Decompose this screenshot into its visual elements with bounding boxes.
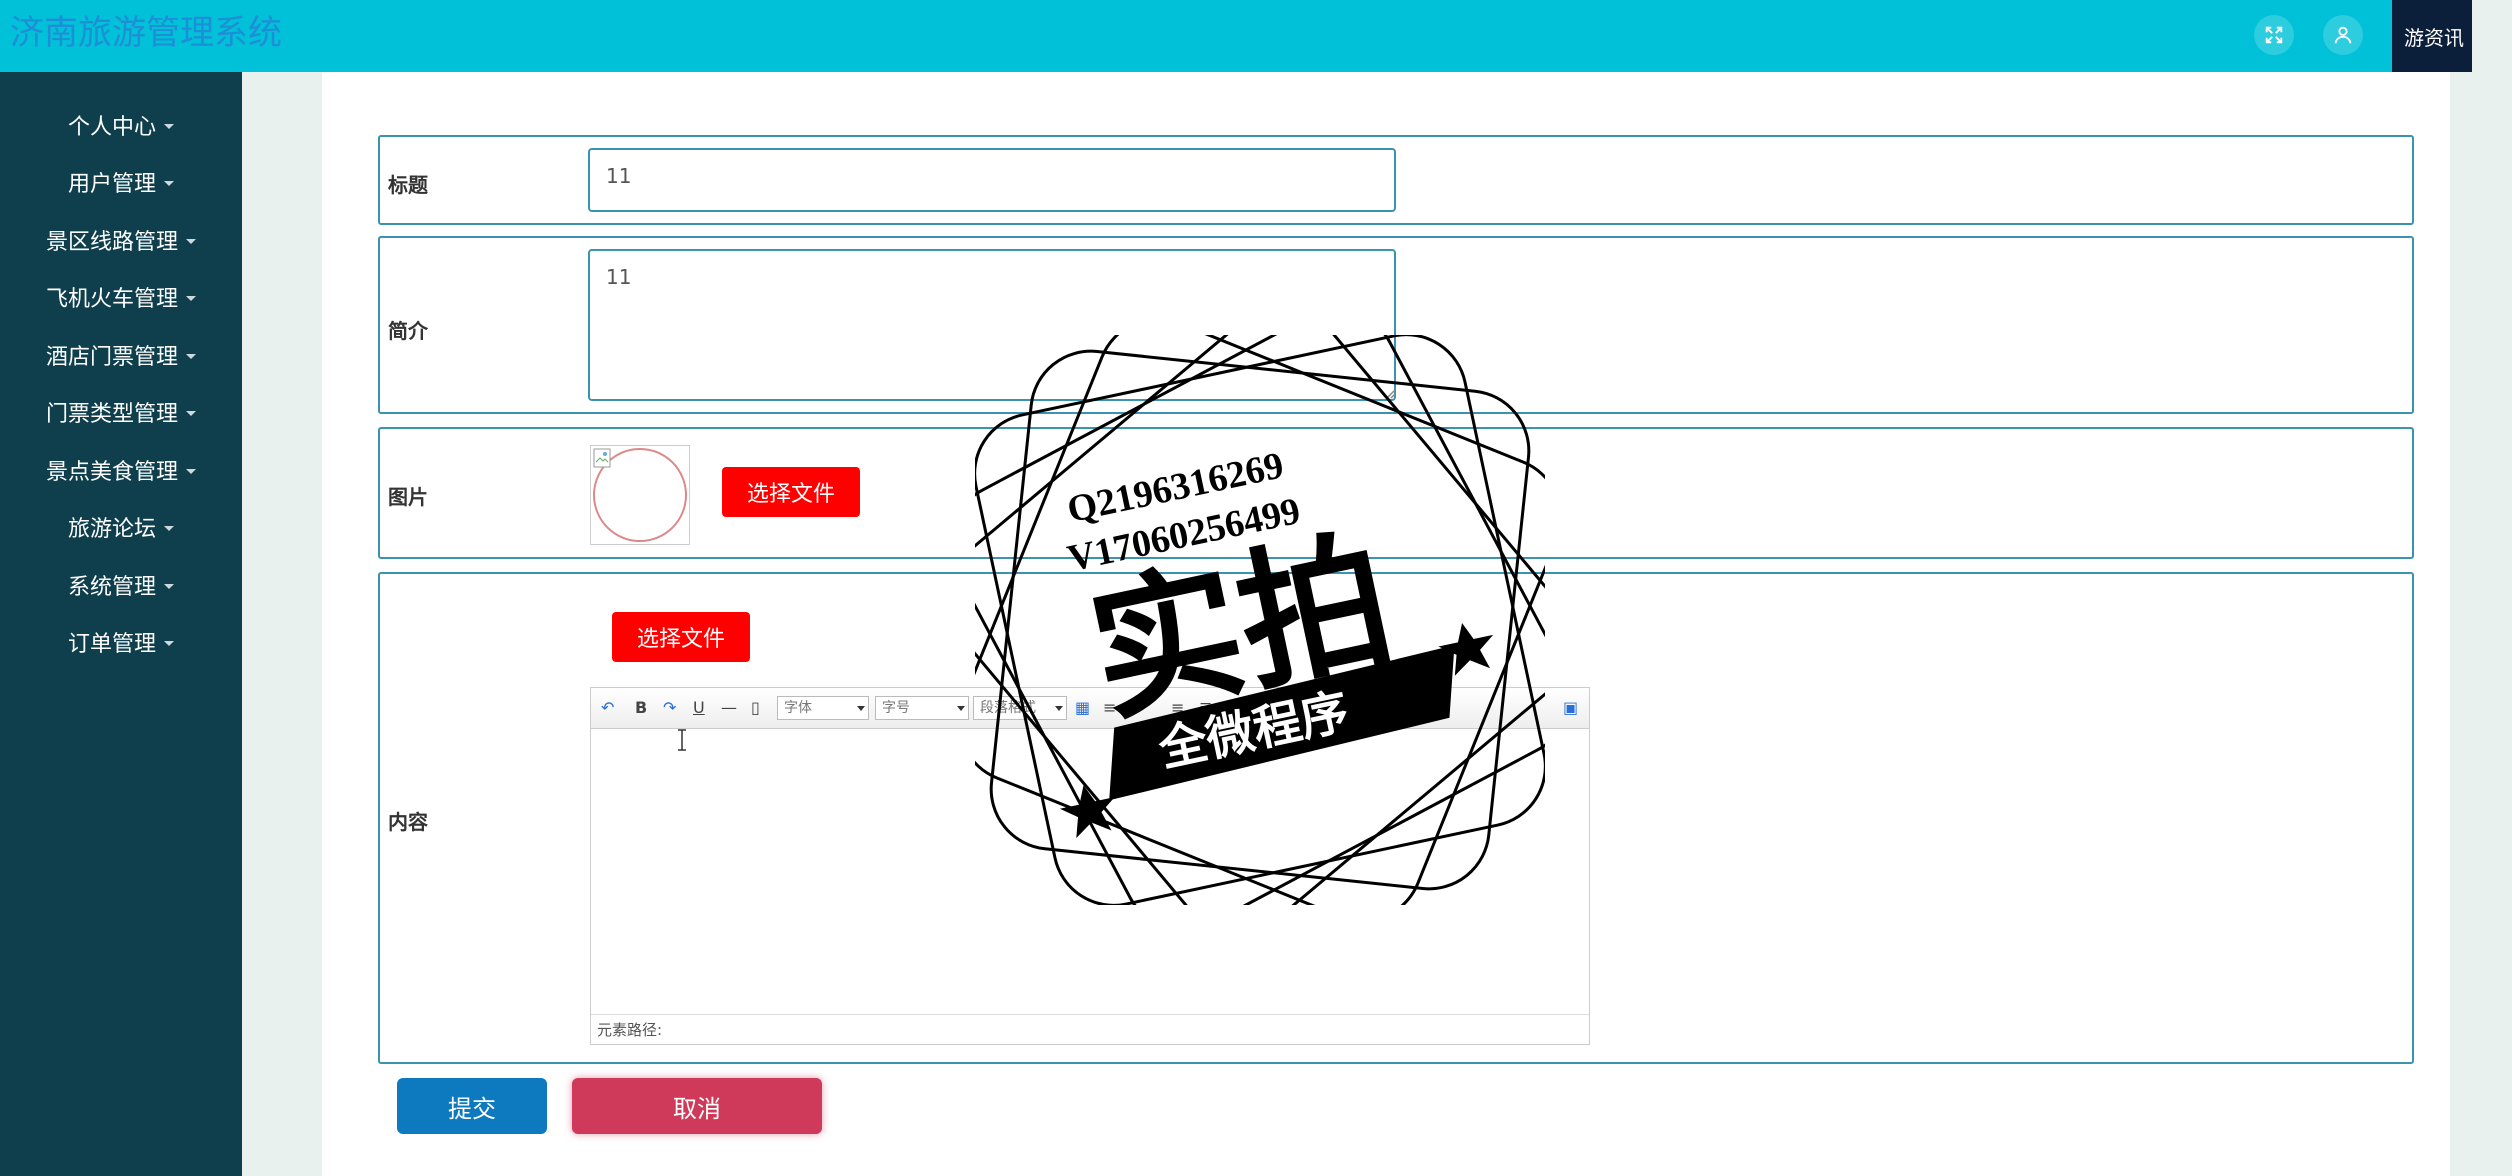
sidebar-item-system-management[interactable]: 系统管理 — [0, 565, 242, 605]
sidebar-item-personal-center[interactable]: 个人中心 — [0, 105, 242, 145]
sidebar-item-label: 景区线路管理 — [45, 230, 178, 255]
editor-status-bar: 元素路径: — [591, 1014, 1589, 1044]
font-size-select[interactable]: 字号 — [875, 696, 969, 720]
sidebar-item-travel-forum[interactable]: 旅游论坛 — [0, 507, 242, 547]
text-cursor-icon — [678, 729, 686, 751]
sidebar-item-hotel-ticket-management[interactable]: 酒店门票管理 — [0, 335, 242, 375]
title-input[interactable]: 11 — [588, 148, 1396, 212]
sidebar-item-user-management[interactable]: 用户管理 — [0, 162, 242, 202]
fullscreen-editor-icon[interactable]: ▣ — [1563, 698, 1578, 717]
user-icon[interactable] — [2323, 15, 2363, 55]
bold-icon[interactable]: B — [635, 698, 647, 717]
sidebar-item-label: 景点美食管理 — [45, 460, 178, 485]
content-choose-file-button[interactable]: 选择文件 — [612, 612, 750, 662]
caret-down-icon — [164, 180, 174, 186]
app-title: 济南旅游管理系统 — [10, 13, 282, 53]
sidebar-item-label: 用户管理 — [67, 172, 156, 197]
image-label: 图片 — [388, 485, 428, 509]
sidebar-item-label: 酒店门票管理 — [45, 345, 178, 370]
submit-button[interactable]: 提交 — [397, 1078, 547, 1134]
caret-down-icon — [164, 525, 174, 531]
intro-label: 简介 — [388, 319, 428, 343]
horizontal-rule-icon[interactable]: — — [721, 698, 737, 717]
sidebar-item-food-management[interactable]: 景点美食管理 — [0, 450, 242, 490]
form-row-title: 标题 11 — [378, 135, 2414, 225]
sidebar-item-label: 飞机火车管理 — [45, 287, 178, 312]
caret-down-icon — [164, 583, 174, 589]
fullscreen-icon[interactable] — [2254, 15, 2294, 55]
sidebar-item-label: 订单管理 — [67, 632, 156, 657]
underline-icon[interactable]: U — [693, 698, 705, 717]
undo-icon[interactable]: ↶ — [601, 698, 614, 717]
sidebar-item-scenic-route-management[interactable]: 景区线路管理 — [0, 220, 242, 260]
caret-down-icon — [186, 353, 196, 359]
sidebar-item-label: 个人中心 — [67, 115, 156, 140]
redo-icon[interactable]: ↷ — [663, 698, 676, 717]
caret-down-icon — [186, 468, 196, 474]
sidebar-item-label: 系统管理 — [67, 575, 156, 600]
sidebar-item-label: 旅游论坛 — [67, 517, 156, 542]
cancel-button[interactable]: 取消 — [572, 1078, 822, 1134]
caret-down-icon — [164, 640, 174, 646]
right-strip — [2472, 0, 2512, 1176]
caret-down-icon — [164, 123, 174, 129]
title-label: 标题 — [388, 173, 428, 197]
travel-news-button[interactable]: 游资讯 — [2392, 0, 2472, 72]
caret-down-icon — [186, 295, 196, 301]
page-icon[interactable]: ▯ — [751, 698, 760, 717]
top-bar: 济南旅游管理系统 游资讯 — [0, 0, 2512, 72]
sidebar-item-label: 门票类型管理 — [45, 402, 178, 427]
watermark-stamp: Q2196316269 V17060256499 实拍 全微程序 — [975, 335, 1545, 905]
font-family-select[interactable]: 字体 — [777, 696, 869, 720]
image-choose-file-button[interactable]: 选择文件 — [722, 467, 860, 517]
sidebar-item-ticket-type-management[interactable]: 门票类型管理 — [0, 392, 242, 432]
caret-down-icon — [186, 410, 196, 416]
sidebar-item-order-management[interactable]: 订单管理 — [0, 622, 242, 662]
caret-down-icon — [186, 238, 196, 244]
content-label: 内容 — [388, 810, 428, 834]
image-preview — [590, 445, 690, 545]
broken-image-icon — [593, 448, 611, 468]
sidebar: 个人中心 用户管理 景区线路管理 飞机火车管理 酒店门票管理 门票类型管理 景点… — [0, 72, 242, 1176]
sidebar-item-flight-train-management[interactable]: 飞机火车管理 — [0, 277, 242, 317]
